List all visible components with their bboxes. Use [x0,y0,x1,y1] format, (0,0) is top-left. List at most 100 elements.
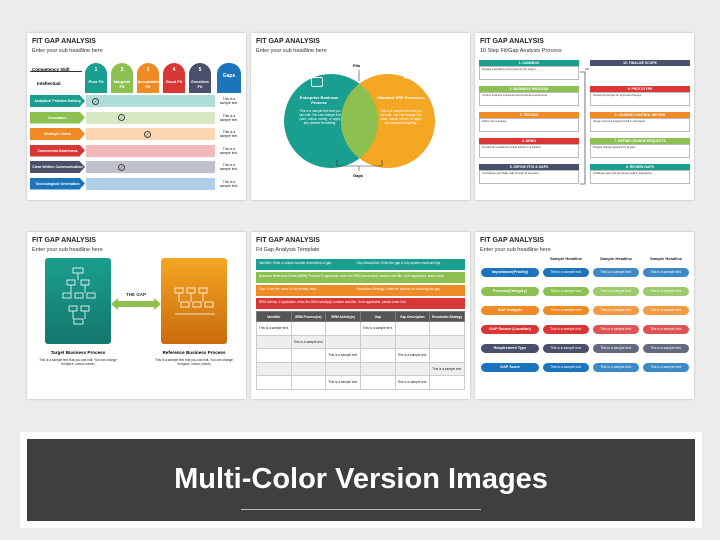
sample-pill: This is a sample text. [643,287,689,296]
table-cell [429,321,465,336]
sample-pill: This is a sample text. [543,287,589,296]
banner-underline [241,509,481,510]
slide-subtitle: Enter your sub headline here [480,247,551,253]
table-cell [256,361,292,376]
info-band: Gap: Enter the name of the primary task.… [256,285,465,296]
band-right: Gap Description: Enter the gap & any sys… [356,261,441,265]
sample-pill: This is a sample text. [593,268,639,277]
sample-pill: This is a sample text. [543,268,589,277]
gap-text: This is a sample text. [219,113,239,122]
check-icon: ✓ [92,97,99,105]
table-cell: This is a sample text. [429,361,465,376]
table-cell [429,348,465,363]
row-label: Commercial Awareness [30,144,85,157]
row-band [86,144,215,157]
table-cell [256,375,292,390]
column-label: Good Fit [165,79,183,84]
gap-text: This is a sample text. [219,163,239,172]
slide-template-table[interactable]: FIT GAP ANALYSIS Fit Gap Analysis Templa… [251,232,470,399]
row-label: Process(Category) [481,287,539,296]
target-body: This is a sample text that you can edit.… [39,358,117,366]
row-label: Strategic Vision [30,128,85,140]
band-left: BRM Activity: If applicable, enter the B… [259,300,407,304]
row-label: GAP Analysis [481,306,539,315]
info-band: Business Reference Model (BRM) Process: … [256,272,465,283]
table-row: This is a sample text. [256,361,465,376]
column-label: Excellent Fit [191,79,209,89]
sample-pill: This is a sample text. [643,363,689,372]
table-cell [359,334,396,349]
process-icon [311,77,323,87]
fit-column-header: 4 Good Fit [163,63,185,93]
row-label: GAP Score [481,363,539,372]
table-cell: This is a sample text. [290,334,327,349]
sample-pill: This is a sample text. [543,325,589,334]
divider [30,71,82,72]
check-icon: ✓ [118,114,125,121]
row-label: Importance(Priority) [481,268,539,277]
banner: Multi-Color Version Images [20,432,702,528]
column-number: 5 [198,67,202,73]
table-cell: This is a sample text. [394,375,431,390]
gap-text: This is a sample text. [219,97,239,106]
slide-venn[interactable]: FIT GAP ANALYSIS Enter your sub headline… [251,33,470,200]
fit-column-header: 5 Excellent Fit [189,63,211,93]
competency-row: Strategic Vision [30,128,215,140]
table-cell [290,361,327,376]
row-label: Innovation [30,111,85,124]
table-row: This is a sample text. [256,334,465,349]
table-cell [394,361,431,376]
table-cell [394,334,431,349]
table-cell [394,321,431,336]
sample-pill: This is a sample text. [643,325,689,334]
enterprise-title: Enterprise Business Process [299,95,339,105]
row-label: Requirement Type [481,344,539,353]
band-left: Business Reference Model (BRM) Process: … [259,274,445,278]
reference-process-box [161,258,227,344]
row-label: Clear Written Communication [30,161,85,173]
banner-title: Multi-Color Version Images [174,463,548,495]
sample-pill: This is a sample text. [543,306,589,315]
column-label: Poor Fit [88,79,104,84]
enterprise-body: This is a sample text that you can edit.… [299,109,341,125]
slide-gap-matrix[interactable]: FIT GAP ANALYSIS Enter your sub headline… [475,232,694,399]
sample-pill: This is a sample text. [593,344,639,353]
slide-title: FIT GAP ANALYSIS [32,237,96,244]
flowchart-icon [62,267,96,325]
erp-body: This is a sample text that you can edit.… [380,109,422,125]
sample-pill: This is a sample text. [643,306,689,315]
banner-panel: Multi-Color Version Images [26,438,696,522]
fit-column-header: 1 Poor Fit [85,63,107,93]
table-cell [256,348,292,363]
table-header: Resolution Strategy [429,311,465,322]
gaps-header: Gaps [217,63,241,93]
slide-subtitle: Fit Gap Analysis Template [256,247,320,253]
column-headline: Sample Headline [649,256,682,261]
table-cell [429,375,465,390]
intellectual-label: Intellectual [37,81,61,86]
competency-row: Commercial Awareness [30,144,215,157]
table-header: Gap [359,311,396,322]
table-cell [290,375,327,390]
sample-pill: This is a sample text. [593,325,639,334]
table-cell [359,375,396,390]
gap-text: This is a sample text. [219,179,239,188]
column-label: Marginal Fit [113,79,131,89]
row-band [86,177,215,190]
reference-title: Reference Business Process [162,350,226,355]
table-header: Identifier [256,311,292,322]
flowchart-icon [174,287,215,315]
row-label: Technological Orientation [30,177,85,190]
slide-subtitle: Enter your sub headline here [32,48,103,54]
table-cell [256,334,292,349]
column-label: Acceptable Fit [137,79,159,89]
slide-title: FIT GAP ANALYSIS [256,237,320,244]
slide-competency-fit[interactable]: FIT GAP ANALYSIS Enter your sub headline… [27,33,246,200]
competency-row: Analytical Problem Solving [30,95,215,107]
slide-the-gap[interactable]: FIT GAP ANALYSIS Enter your sub headline… [27,232,246,399]
table-cell [325,334,361,349]
table-cell: This is a sample text. [325,348,361,363]
slide-title: FIT GAP ANALYSIS [32,38,96,45]
table-cell: This is a sample text. [394,348,431,363]
slide-ten-step[interactable]: FIT GAP ANALYSIS 10 Step Fit/Gap Analysi… [475,33,694,200]
